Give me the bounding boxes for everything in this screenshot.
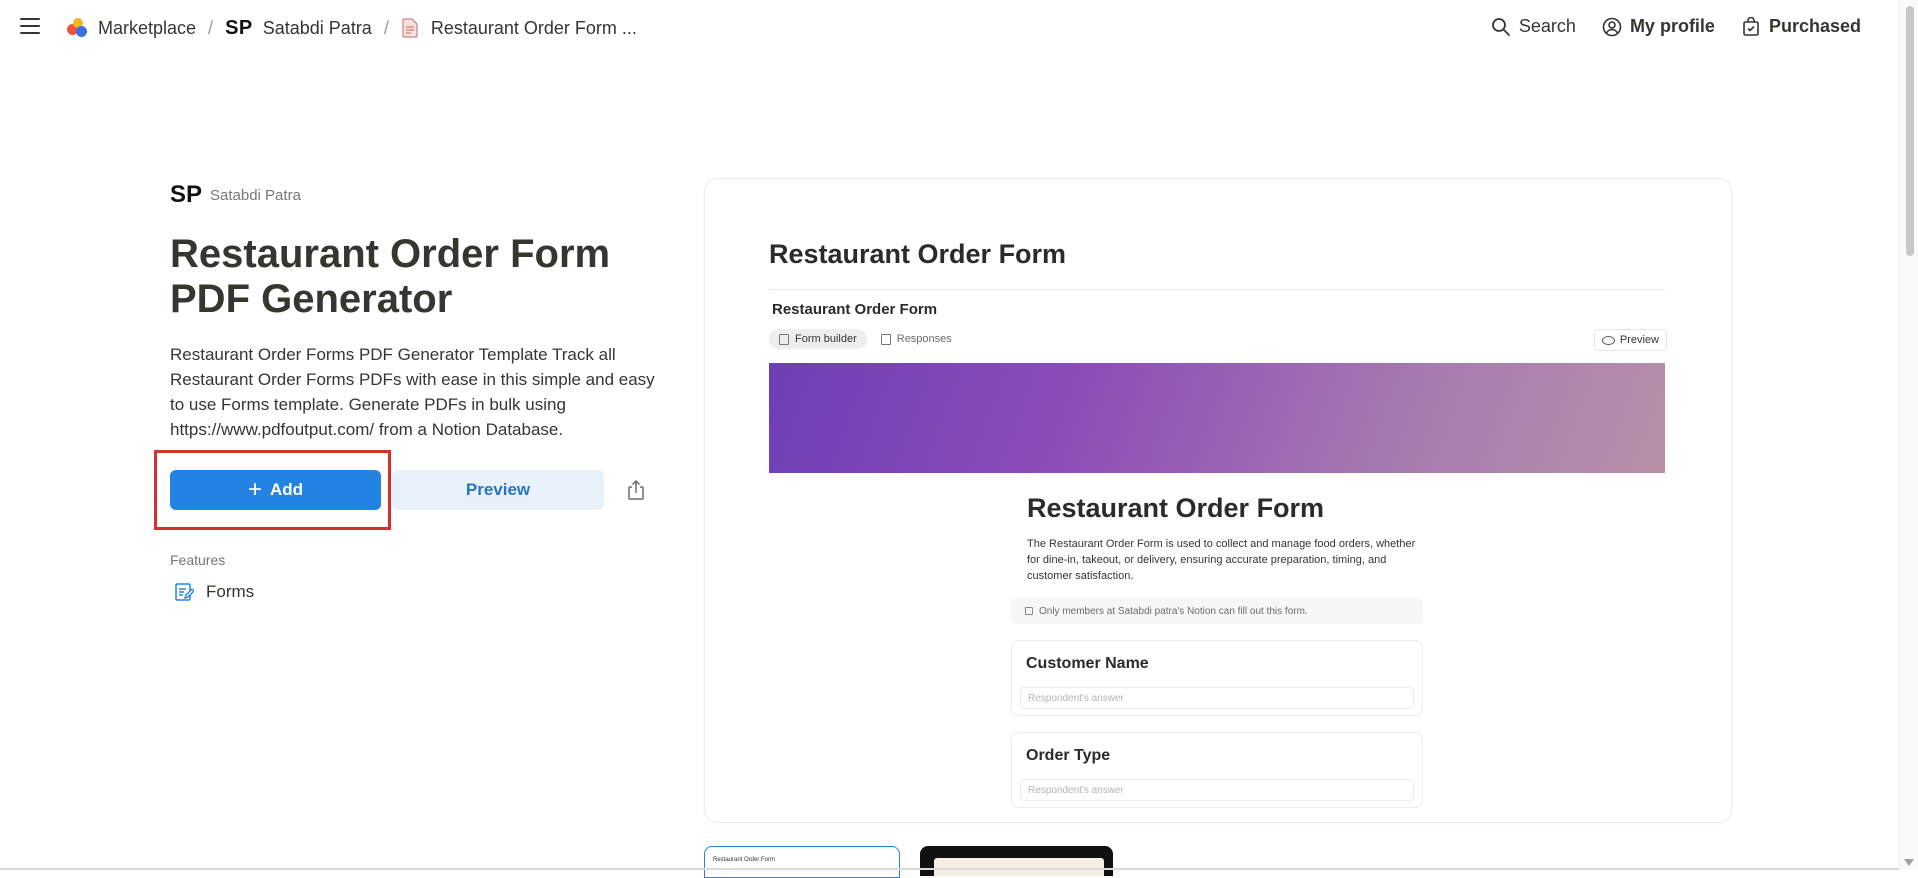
search-icon xyxy=(1491,17,1510,36)
creator-link[interactable]: SP Satabdi Patra xyxy=(170,181,660,208)
search-label: Search xyxy=(1518,16,1576,36)
template-title: Restaurant Order Form PDF Generator xyxy=(170,232,611,321)
breadcrumb: Marketplace / SP Satabdi Patra / Restaur… xyxy=(66,16,637,40)
preview-database-title: Restaurant Order Form xyxy=(772,301,938,318)
breadcrumb-marketplace-label: Marketplace xyxy=(98,17,197,38)
breadcrumb-creator-label: Satabdi Patra xyxy=(262,17,372,38)
preview-button[interactable]: Preview xyxy=(392,470,604,510)
thumbnail-image xyxy=(934,858,1104,876)
scrollbar[interactable] xyxy=(1899,0,1918,870)
purchased-label: Purchased xyxy=(1768,16,1861,36)
feature-forms[interactable]: Forms xyxy=(174,582,254,602)
creator-name: Satabdi Patra xyxy=(210,186,301,204)
thumbnail-label: Restaurant Order Form xyxy=(713,857,776,863)
access-notice: Only members at Satabdi patra's Notion c… xyxy=(1011,598,1423,624)
template-description: Restaurant Order Forms PDF Generator Tem… xyxy=(170,345,655,439)
purchased-button[interactable]: Purchased xyxy=(1741,16,1861,37)
lock-icon xyxy=(1025,607,1033,615)
breadcrumb-separator: / xyxy=(208,17,214,38)
add-button-label: Add xyxy=(269,480,304,499)
menu-icon[interactable] xyxy=(20,18,40,36)
breadcrumb-separator: / xyxy=(383,17,389,38)
form-preview-button[interactable]: Preview xyxy=(1593,329,1667,351)
top-bar: Marketplace / SP Satabdi Patra / Restaur… xyxy=(0,0,1900,56)
table-icon xyxy=(880,333,891,345)
preview-page-title: Restaurant Order Form xyxy=(769,239,1067,269)
form-preview-label: Preview xyxy=(1619,334,1659,346)
template-preview[interactable]: Restaurant Order Form Restaurant Order F… xyxy=(704,178,1732,823)
tab-responses-label: Responses xyxy=(896,333,952,345)
plus-icon: + xyxy=(247,476,262,503)
form-description: The Restaurant Order Form is used to col… xyxy=(1027,538,1416,582)
bag-check-icon xyxy=(1743,16,1759,36)
eye-icon xyxy=(1601,335,1615,345)
document-icon xyxy=(401,18,419,38)
my-profile-button[interactable]: My profile xyxy=(1602,16,1715,37)
breadcrumb-page[interactable]: Restaurant Order Form ... xyxy=(401,18,637,39)
form-title: Restaurant Order Form xyxy=(1027,493,1325,523)
field-input[interactable]: Respondent's answer xyxy=(1020,687,1414,709)
access-notice-text: Only members at Satabdi patra's Notion c… xyxy=(1039,605,1308,617)
template-info: SP Satabdi Patra Restaurant Order Form P… xyxy=(154,181,660,601)
form-field: Customer Name Respondent's answer xyxy=(1011,640,1423,716)
breadcrumb-page-label: Restaurant Order Form ... xyxy=(430,17,637,38)
tab-form-builder[interactable]: Form builder xyxy=(769,329,867,349)
field-label: Order Type xyxy=(1026,747,1111,764)
form-field: Order Type Respondent's answer xyxy=(1011,732,1423,808)
creator-logo: SP xyxy=(225,16,253,39)
preview-tabs: Form builder Responses xyxy=(769,329,966,349)
feature-label: Forms xyxy=(206,582,255,601)
features-label: Features xyxy=(170,552,226,568)
scroll-down-icon[interactable] xyxy=(1904,859,1914,866)
my-profile-label: My profile xyxy=(1629,16,1715,36)
search-button[interactable]: Search xyxy=(1491,16,1576,37)
scrollbar-thumb[interactable] xyxy=(1906,6,1914,256)
breadcrumb-marketplace[interactable]: Marketplace xyxy=(66,17,196,39)
form-icon xyxy=(779,333,789,345)
preview-button-label: Preview xyxy=(465,480,531,499)
share-button[interactable] xyxy=(620,474,652,506)
divider xyxy=(769,289,1665,290)
form-edit-icon xyxy=(175,583,194,601)
field-input[interactable]: Respondent's answer xyxy=(1020,779,1414,801)
field-label: Customer Name xyxy=(1026,655,1149,672)
marketplace-logo-icon xyxy=(66,17,88,39)
breadcrumb-creator[interactable]: SP Satabdi Patra xyxy=(225,17,372,40)
add-button[interactable]: + Add xyxy=(170,470,381,510)
creator-logo: SP xyxy=(170,181,203,208)
thumbnail[interactable] xyxy=(920,846,1113,876)
form: Restaurant Order Form The Restaurant Ord… xyxy=(1011,473,1423,808)
user-circle-icon xyxy=(1602,17,1622,36)
cover-banner xyxy=(769,363,1665,473)
tab-form-builder-label: Form builder xyxy=(795,333,857,345)
top-nav: Search My profile Purchased xyxy=(1465,16,1861,37)
share-icon xyxy=(628,479,644,500)
thumbnail[interactable]: Restaurant Order Form xyxy=(704,846,900,878)
tab-responses[interactable]: Responses xyxy=(871,329,962,349)
template-actions: + Add Preview xyxy=(154,450,660,530)
